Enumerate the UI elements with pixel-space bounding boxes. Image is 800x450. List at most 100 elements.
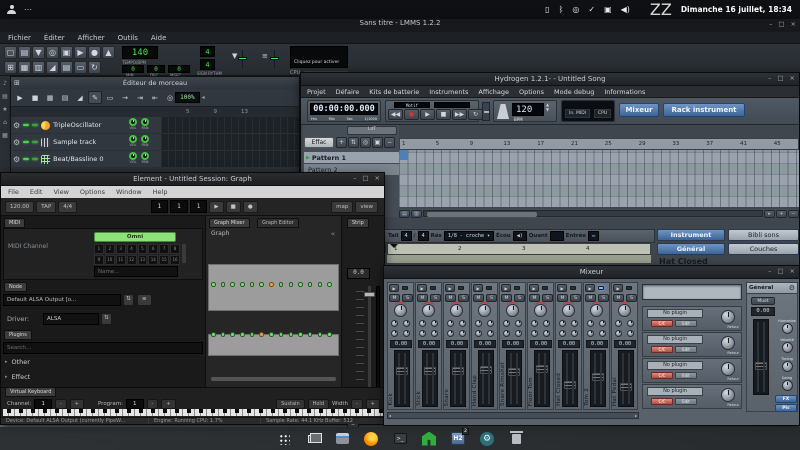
fx-send-knob[interactable] (459, 330, 466, 337)
port-dot[interactable] (279, 282, 284, 287)
element-titlebar[interactable]: Element - Untitled Session: Graph – □ × (1, 173, 384, 186)
menu-instruments[interactable]: Instruments (429, 88, 468, 96)
midi-channel-cell[interactable]: 3 (116, 244, 126, 254)
fx-plugin-name[interactable]: No plugin (647, 387, 703, 396)
pan-knob[interactable] (478, 304, 491, 317)
mixer-scrollbar[interactable]: ◂▸ (387, 412, 639, 419)
fx-send-knob[interactable] (403, 320, 410, 327)
pan-knob[interactable] (141, 135, 149, 143)
humanize-slider[interactable] (482, 102, 490, 121)
strip-mute-button[interactable]: M (473, 294, 484, 302)
export-project-button[interactable]: ◎ (46, 46, 59, 59)
master-fader[interactable] (753, 319, 769, 395)
strip-solo-button[interactable]: S (486, 294, 497, 302)
midi-channel-cell[interactable]: 14 (148, 255, 158, 265)
midi-channel-cell[interactable]: 6 (148, 244, 158, 254)
mixer-button[interactable]: Mixeur (619, 103, 659, 117)
bb-editor-button[interactable]: ▦ (18, 61, 31, 74)
channel-plus-button[interactable]: + (70, 399, 84, 409)
peak-button[interactable]: Pic (775, 404, 797, 412)
port-dot[interactable] (308, 282, 313, 287)
samples-icon[interactable]: ▤ (2, 93, 8, 100)
pattern-note-area[interactable] (387, 255, 651, 263)
quantize-button[interactable] (550, 231, 564, 241)
piano-roll-button[interactable]: ▥ (32, 61, 45, 74)
port-dot[interactable] (250, 332, 255, 337)
tree-item-effect[interactable]: ▸Effect (5, 373, 201, 381)
fx-send-knob[interactable] (475, 330, 482, 337)
fx-send-knob[interactable] (587, 320, 594, 327)
tab-virtual-keyboard[interactable]: Virtual Keyboard (5, 387, 56, 397)
strip-fader[interactable] (422, 350, 438, 407)
single-pattern-mode-button[interactable]: ▤ (399, 210, 410, 218)
midi-channel-cell[interactable]: 1 (94, 244, 104, 254)
menu-afficher[interactable]: Afficher (78, 34, 105, 42)
time-signature-button[interactable]: 4/4 (58, 201, 77, 213)
menu-éditer[interactable]: Éditer (44, 34, 65, 42)
strip-play-button[interactable]: ▶ (473, 284, 483, 292)
timeline-tag-button[interactable]: LdT (347, 126, 397, 135)
fx-send-knob[interactable] (599, 320, 606, 327)
strip-mute-button[interactable]: M (501, 294, 512, 302)
zoom-arrow[interactable]: ◂ (202, 94, 205, 101)
record-button[interactable]: ● (243, 201, 258, 213)
fx-send-knob[interactable] (627, 330, 634, 337)
song-mode-display[interactable] (434, 102, 470, 108)
song-scrollbar[interactable]: ▤ ▥ ▸ + − (399, 209, 799, 218)
strip-fader-handle[interactable] (564, 381, 576, 389)
save-project-button[interactable]: ▼ (32, 46, 45, 59)
menu-projet[interactable]: Projet (307, 88, 326, 96)
mixer-titlebar[interactable]: Mixeur – □ × (384, 266, 799, 279)
strip-fader[interactable] (534, 350, 550, 407)
pattern-list-item[interactable]: ▶Pattern 1 (304, 152, 399, 163)
window-switcher-icon[interactable] (305, 431, 321, 447)
computer-icon[interactable]: ▦ (2, 132, 8, 139)
port-dot[interactable] (298, 282, 303, 287)
track-pattern-area[interactable] (161, 134, 299, 150)
strip-solo-button[interactable]: S (430, 294, 441, 302)
volume-icon[interactable]: ◀) (621, 5, 630, 14)
fx-send-knob[interactable] (515, 320, 522, 327)
fx-return-knob[interactable] (721, 336, 735, 350)
menu-aide[interactable]: Aide (151, 34, 166, 42)
strip-fader[interactable] (450, 350, 466, 407)
width-plus-button[interactable]: + (366, 399, 380, 409)
port-dot[interactable] (250, 282, 255, 287)
tree-item-other[interactable]: ▸Other (5, 358, 201, 366)
fx-send-knob[interactable] (559, 320, 566, 327)
panel-menu-dots[interactable]: ⋯ (24, 5, 33, 14)
size-denominator[interactable]: 4 (418, 231, 429, 241)
fx-send-knob[interactable] (587, 330, 594, 337)
tab-general[interactable]: Général (657, 243, 725, 255)
lmms-icon[interactable] (421, 431, 437, 447)
fx-bypass-button[interactable]: C/C (651, 346, 673, 353)
menu-edit[interactable]: Edit (30, 188, 43, 196)
pan-knob[interactable] (590, 304, 603, 317)
draw-mode-button[interactable]: ▣ (372, 137, 383, 148)
strip-fader-handle[interactable] (480, 366, 492, 374)
strip-play-button[interactable]: ▶ (389, 284, 399, 292)
velocité-knob[interactable] (782, 342, 793, 353)
driver-select[interactable]: ALSA (43, 313, 99, 325)
midi-channel-cell[interactable]: 15 (159, 255, 169, 265)
fx-bypass-button[interactable]: C/C (651, 320, 673, 327)
strip-solo-button[interactable]: S (598, 294, 609, 302)
fx-send-knob[interactable] (459, 320, 466, 327)
fx-plugin-name[interactable]: No plugin (647, 335, 703, 344)
strip-fader-handle[interactable] (508, 368, 520, 376)
selected-pattern-cell[interactable] (400, 150, 408, 160)
fx-send-knob[interactable] (543, 330, 550, 337)
strip-fader-handle[interactable] (424, 367, 436, 375)
maximize-button[interactable]: □ (777, 74, 783, 82)
pattern-ruler[interactable]: 1234 (387, 243, 651, 255)
fx-send-knob[interactable] (531, 320, 538, 327)
fx-return-knob[interactable] (721, 362, 735, 376)
strip-fader-handle[interactable] (452, 367, 464, 375)
clipboard-icon[interactable]: ▣ (604, 6, 612, 14)
midi-channel-cell[interactable]: 7 (159, 244, 169, 254)
track-row[interactable]: ⚙Sample trackVOLPAN (11, 134, 299, 150)
bpm-button[interactable]: 120.00 (5, 201, 34, 213)
expand-arrow-icon[interactable]: ▸ (5, 359, 8, 365)
fx-button[interactable]: FX (775, 395, 797, 403)
rewind-button[interactable]: ◀◀ (388, 109, 403, 120)
